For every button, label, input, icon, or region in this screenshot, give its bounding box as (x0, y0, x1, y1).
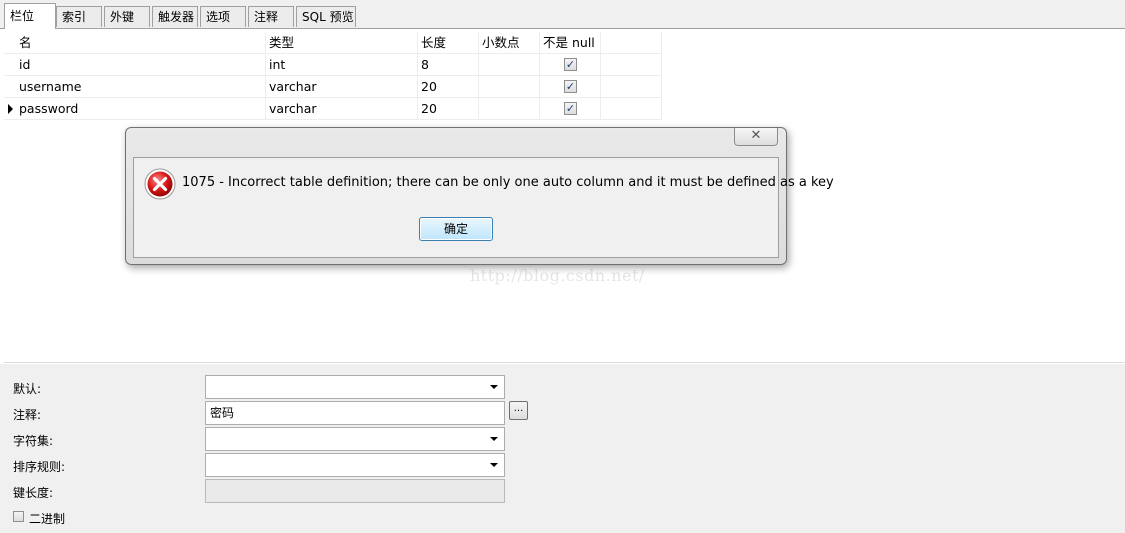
watermark: http://blog.csdn.net/ (470, 266, 645, 285)
table-row[interactable]: id int 8 ✓ (4, 54, 664, 76)
comment-input[interactable]: 密码 (205, 401, 505, 425)
dialog-content: 1075 - Incorrect table definition; there… (133, 157, 834, 258)
column-header-decimals[interactable]: 小数点 (479, 32, 540, 54)
cell-blank (601, 98, 662, 120)
comment-label: 注释: (13, 408, 42, 422)
column-header-name[interactable]: 名 (16, 32, 266, 54)
cell-name[interactable]: id (16, 54, 266, 76)
cell-decimals[interactable] (479, 54, 540, 76)
column-header-length[interactable]: 长度 (418, 32, 479, 54)
charset-label: 字符集: (13, 434, 54, 448)
cell-length[interactable]: 20 (418, 76, 479, 98)
not-null-checkbox[interactable]: ✓ (564, 58, 577, 71)
column-header-type[interactable]: 类型 (266, 32, 418, 54)
cell-type[interactable]: int (266, 54, 418, 76)
tab-triggers[interactable]: 触发器 (152, 6, 198, 27)
row-header (4, 76, 16, 98)
chevron-down-icon (490, 463, 498, 467)
collation-label: 排序规则: (13, 460, 66, 474)
table-row[interactable]: password varchar 20 ✓ (4, 98, 664, 120)
not-null-checkbox[interactable]: ✓ (564, 80, 577, 93)
tab-sql-preview[interactable]: SQL 预览 (296, 6, 356, 27)
binary-label[interactable]: 二进制 (29, 510, 65, 527)
cell-not-null: ✓ (540, 54, 601, 76)
column-header-not-null[interactable]: 不是 null (540, 32, 601, 54)
row-header (4, 98, 16, 120)
tab-foreign-keys[interactable]: 外键 (104, 6, 150, 27)
cell-blank (601, 54, 662, 76)
cell-not-null: ✓ (540, 98, 601, 120)
tab-fields[interactable]: 栏位 (4, 3, 56, 29)
current-row-pointer-icon (8, 104, 13, 114)
key-length-label: 键长度: (13, 486, 54, 500)
grid-header-row: 名 类型 长度 小数点 不是 null (4, 32, 664, 54)
cell-length[interactable]: 8 (418, 54, 479, 76)
cell-length[interactable]: 20 (418, 98, 479, 120)
collation-select[interactable] (205, 453, 505, 477)
cell-type[interactable]: varchar (266, 98, 418, 120)
table-row[interactable]: username varchar 20 ✓ (4, 76, 664, 98)
default-select[interactable] (205, 375, 505, 399)
field-properties-panel: 默认: 注释: 密码 ... 字符集: 排序规则: 键长度: 二进制 (0, 363, 1125, 533)
default-label: 默认: (13, 382, 42, 396)
error-message: 1075 - Incorrect table definition; there… (182, 175, 834, 190)
row-header (4, 54, 16, 76)
tab-comment[interactable]: 注释 (248, 6, 294, 27)
cell-decimals[interactable] (479, 98, 540, 120)
charset-select[interactable] (205, 427, 505, 451)
row-header (4, 32, 16, 54)
tab-indexes[interactable]: 索引 (56, 6, 102, 27)
binary-checkbox[interactable] (13, 511, 24, 522)
comment-value: 密码 (210, 406, 235, 420)
comment-edit-button[interactable]: ... (509, 401, 528, 420)
cell-name[interactable]: password (16, 98, 266, 120)
tab-bar: 栏位 索引 外键 触发器 选项 注释 SQL 预览 (0, 0, 1125, 29)
cell-decimals[interactable] (479, 76, 540, 98)
cell-not-null: ✓ (540, 76, 601, 98)
cell-name[interactable]: username (16, 76, 266, 98)
table-designer-window: 栏位 索引 外键 触发器 选项 注释 SQL 预览 名 类型 长度 小数点 不是… (0, 0, 1125, 533)
error-icon (144, 168, 176, 200)
ok-button[interactable]: 确定 (419, 217, 493, 241)
chevron-down-icon (490, 385, 498, 389)
close-button[interactable]: ✕ (734, 128, 778, 146)
cell-blank (601, 76, 662, 98)
column-header-blank (601, 32, 662, 54)
error-dialog: ✕ 1075 - Incorrect table definition; the… (125, 127, 834, 265)
close-icon: ✕ (750, 128, 762, 143)
key-length-input (205, 479, 505, 503)
not-null-checkbox[interactable]: ✓ (564, 102, 577, 115)
tab-options[interactable]: 选项 (200, 6, 246, 27)
chevron-down-icon (490, 437, 498, 441)
cell-type[interactable]: varchar (266, 76, 418, 98)
